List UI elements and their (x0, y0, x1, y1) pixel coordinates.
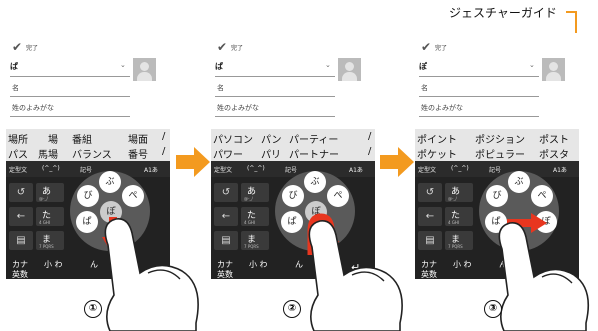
step-number-3: ③ (484, 300, 502, 318)
next-step-arrow-1 (176, 147, 210, 177)
phone-screen-3: ✔ 完了 ぽ ⌄ 名 姓のよみがな ポイント ポジション ポスト ポケット ポピ… (415, 33, 579, 279)
phone-screen-1: ✔ 完了 ぱ ⌄ 名 姓のよみがな 場所 場 番組 場面 / パス 馬場 バラン… (6, 33, 170, 279)
step-number-1: ① (84, 300, 102, 318)
swipe-down-arrow-icon (102, 217, 124, 255)
swipe-up-down-arrow-icon (307, 213, 339, 255)
next-step-arrow-2 (380, 147, 414, 177)
swipe-right-arrow-icon (507, 213, 547, 233)
phone-screen-2: ✔ 完了 ぱ ⌄ 名 姓のよみがな パソコン パン パーティー / パワー パリ… (211, 33, 375, 279)
step-number-2: ② (283, 300, 301, 318)
